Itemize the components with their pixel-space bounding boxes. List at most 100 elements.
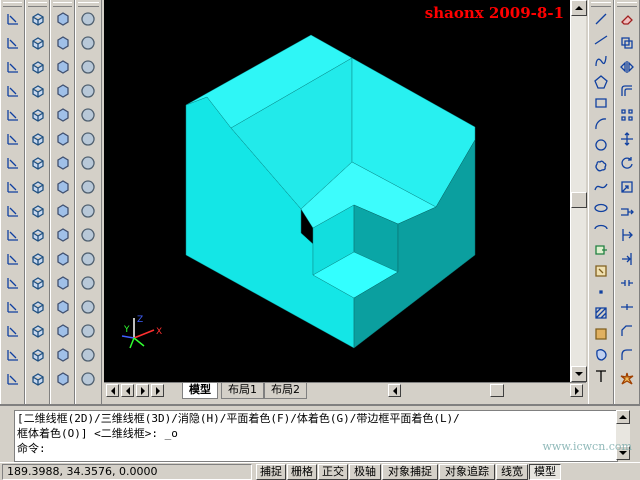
sphere-button[interactable] [79,322,97,340]
region-button[interactable] [592,346,610,364]
arc-button[interactable] [592,115,610,133]
solid-button[interactable] [54,34,72,52]
box-button[interactable] [29,298,47,316]
box-button[interactable] [29,370,47,388]
dimension-button[interactable] [4,58,22,76]
break-button[interactable] [618,274,636,292]
sphere-button[interactable] [79,346,97,364]
dimension-button[interactable] [4,274,22,292]
copy-button[interactable] [618,34,636,52]
first-tab-button[interactable] [106,384,119,397]
horizontal-scroll-thumb[interactable] [490,384,504,397]
box-button[interactable] [29,58,47,76]
box-button[interactable] [29,274,47,292]
ellipse-arc-button[interactable] [592,220,610,238]
solid-button[interactable] [54,130,72,148]
toolbar-grip[interactable] [53,2,72,7]
extend-button[interactable] [618,250,636,268]
sphere-button[interactable] [79,202,97,220]
toolbar-grip[interactable] [28,2,47,7]
solid-button[interactable] [54,10,72,28]
otrack-toggle[interactable]: 对象追踪 [439,464,495,480]
solid-button[interactable] [54,346,72,364]
solid-button[interactable] [54,322,72,340]
sphere-button[interactable] [79,370,97,388]
dimension-button[interactable] [4,202,22,220]
dimension-button[interactable] [4,10,22,28]
stretch-button[interactable] [618,202,636,220]
construction-line-button[interactable] [592,31,610,49]
sphere-button[interactable] [79,298,97,316]
osnap-toggle[interactable]: 对象捕捉 [382,464,438,480]
toolbar-grip[interactable] [3,2,22,7]
dimension-button[interactable] [4,226,22,244]
spline-button[interactable] [592,178,610,196]
dimension-button[interactable] [4,298,22,316]
point-button[interactable] [592,283,610,301]
insert-block-button[interactable] [592,241,610,259]
make-block-button[interactable] [592,262,610,280]
solid-button[interactable] [54,178,72,196]
dimension-button[interactable] [4,346,22,364]
rectangle-button[interactable] [592,94,610,112]
lineweight-toggle[interactable]: 线宽 [496,464,528,480]
join-button[interactable] [618,298,636,316]
solid-model[interactable]: X Y Z [104,0,570,382]
dimension-button[interactable] [4,322,22,340]
array-button[interactable] [618,106,636,124]
box-button[interactable] [29,250,47,268]
hscroll-right-button[interactable] [570,384,583,397]
sphere-button[interactable] [79,154,97,172]
sphere-button[interactable] [79,226,97,244]
solid-button[interactable] [54,106,72,124]
chamfer-button[interactable] [618,322,636,340]
dimension-button[interactable] [4,178,22,196]
sphere-button[interactable] [79,274,97,292]
solid-button[interactable] [54,82,72,100]
sphere-button[interactable] [79,82,97,100]
dimension-button[interactable] [4,130,22,148]
command-history[interactable]: [二维线框(2D)/三维线框(3D)/消隐(H)/平面着色(F)/体着色(G)/… [14,410,618,462]
dimension-button[interactable] [4,370,22,388]
box-button[interactable] [29,82,47,100]
polyline-button[interactable] [592,52,610,70]
tab-layout2[interactable]: 布局2 [264,383,307,399]
gradient-button[interactable] [592,325,610,343]
solid-button[interactable] [54,58,72,76]
hatch-button[interactable] [592,304,610,322]
erase-button[interactable] [618,10,636,28]
toolbar-grip[interactable] [78,2,99,7]
model-toggle[interactable]: 模型 [529,464,561,480]
command-prompt[interactable]: 命令: [17,441,617,456]
solid-button[interactable] [54,202,72,220]
dimension-button[interactable] [4,250,22,268]
box-button[interactable] [29,10,47,28]
scroll-up-button[interactable] [571,0,587,16]
last-tab-button[interactable] [151,384,164,397]
solid-button[interactable] [54,226,72,244]
move-button[interactable] [618,130,636,148]
snap-toggle[interactable]: 捕捉 [256,464,286,480]
sphere-button[interactable] [79,250,97,268]
circle-button[interactable] [592,136,610,154]
dimension-button[interactable] [4,154,22,172]
box-button[interactable] [29,226,47,244]
hscroll-left-button[interactable] [388,384,401,397]
box-button[interactable] [29,154,47,172]
vertical-scrollbar[interactable] [570,0,587,382]
rotate-button[interactable] [618,154,636,172]
sphere-button[interactable] [79,34,97,52]
line-button[interactable] [592,10,610,28]
polygon-button[interactable] [592,73,610,91]
dimension-button[interactable] [4,106,22,124]
toolbar-grip[interactable] [591,2,611,7]
sphere-button[interactable] [79,10,97,28]
box-button[interactable] [29,130,47,148]
grid-toggle[interactable]: 栅格 [287,464,317,480]
toolbar-grip[interactable] [617,2,637,7]
dimension-button[interactable] [4,34,22,52]
box-button[interactable] [29,346,47,364]
box-button[interactable] [29,202,47,220]
tab-layout1[interactable]: 布局1 [221,383,264,399]
sphere-button[interactable] [79,58,97,76]
